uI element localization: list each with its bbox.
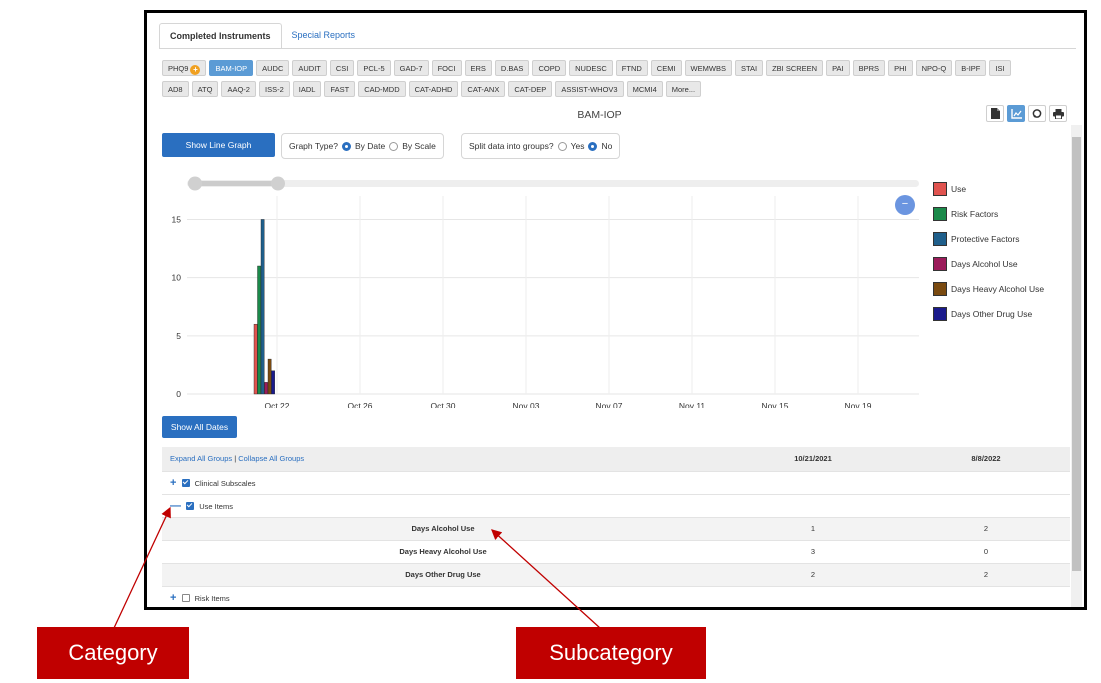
category-callout: Category: [37, 627, 189, 679]
subcategory-arrow: [491, 529, 601, 629]
subcategory-callout: Subcategory: [516, 627, 706, 679]
annotation-arrows: [113, 506, 601, 629]
category-arrow: [113, 506, 171, 629]
